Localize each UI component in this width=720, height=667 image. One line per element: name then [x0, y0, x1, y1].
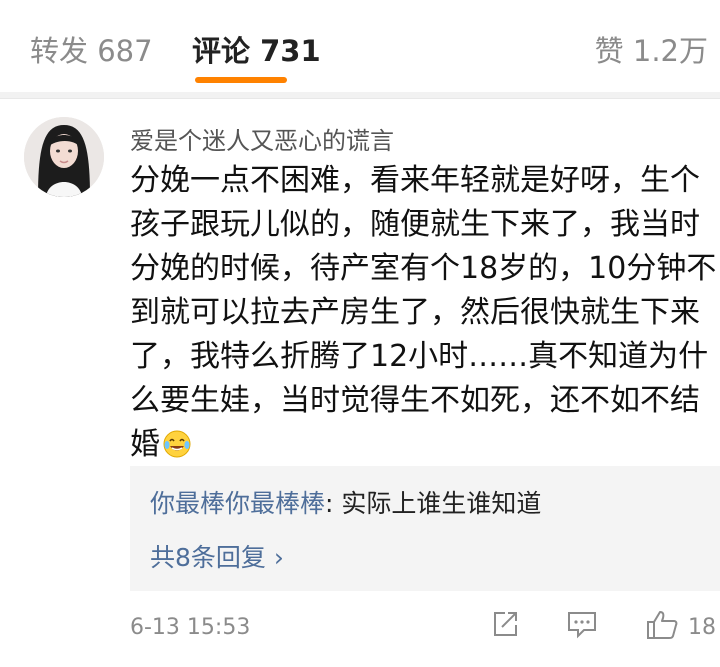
comment-timestamp: 6-13 15:53 [130, 615, 251, 640]
comment-bubble-icon [568, 612, 596, 639]
tab-comments[interactable]: 评论 731 [192, 28, 321, 70]
reply-button[interactable] [566, 609, 598, 643]
reply-username[interactable]: 你最棒你最棒棒 [150, 489, 325, 518]
chevron-right-icon: › [273, 543, 284, 572]
tab-likes[interactable]: 赞 1.2万 [595, 28, 708, 70]
avatar[interactable] [24, 117, 104, 197]
comment-username[interactable]: 爱是个迷人又恶心的谎言 [130, 121, 394, 156]
reply-preview-box[interactable]: 你最棒你最棒棒: 实际上谁生谁知道 共8条回复 › [130, 466, 720, 591]
tab-bar: 转发 687 评论 731 赞 1.2万 [0, 0, 720, 92]
more-replies-link[interactable]: 共8条回复 › [150, 538, 284, 574]
like-count: 18 [688, 615, 716, 640]
reply-text: 实际上谁生谁知道 [333, 489, 542, 518]
share-button[interactable] [490, 609, 520, 643]
active-tab-indicator [195, 77, 287, 83]
share-icon [494, 612, 517, 636]
reply-preview: 你最棒你最棒棒: 实际上谁生谁知道 [150, 484, 541, 520]
more-replies-label: 共8条回复 [150, 543, 274, 572]
comment-body: 分娩一点不困难，看来年轻就是好呀，生个孩子跟玩儿似的，随便就生下来了，我当时分娩… [130, 163, 717, 462]
like-button[interactable] [646, 609, 680, 645]
section-divider [0, 92, 720, 99]
laughing-crying-emoji-icon [162, 428, 192, 458]
comment-text: 分娩一点不困难，看来年轻就是好呀，生个孩子跟玩儿似的，随便就生下来了，我当时分娩… [130, 159, 720, 467]
thumbs-up-icon [647, 611, 678, 639]
tab-repost[interactable]: 转发 687 [30, 28, 153, 70]
comment-item: 爱是个迷人又恶心的谎言 分娩一点不困难，看来年轻就是好呀，生个孩子跟玩儿似的，随… [0, 99, 720, 667]
